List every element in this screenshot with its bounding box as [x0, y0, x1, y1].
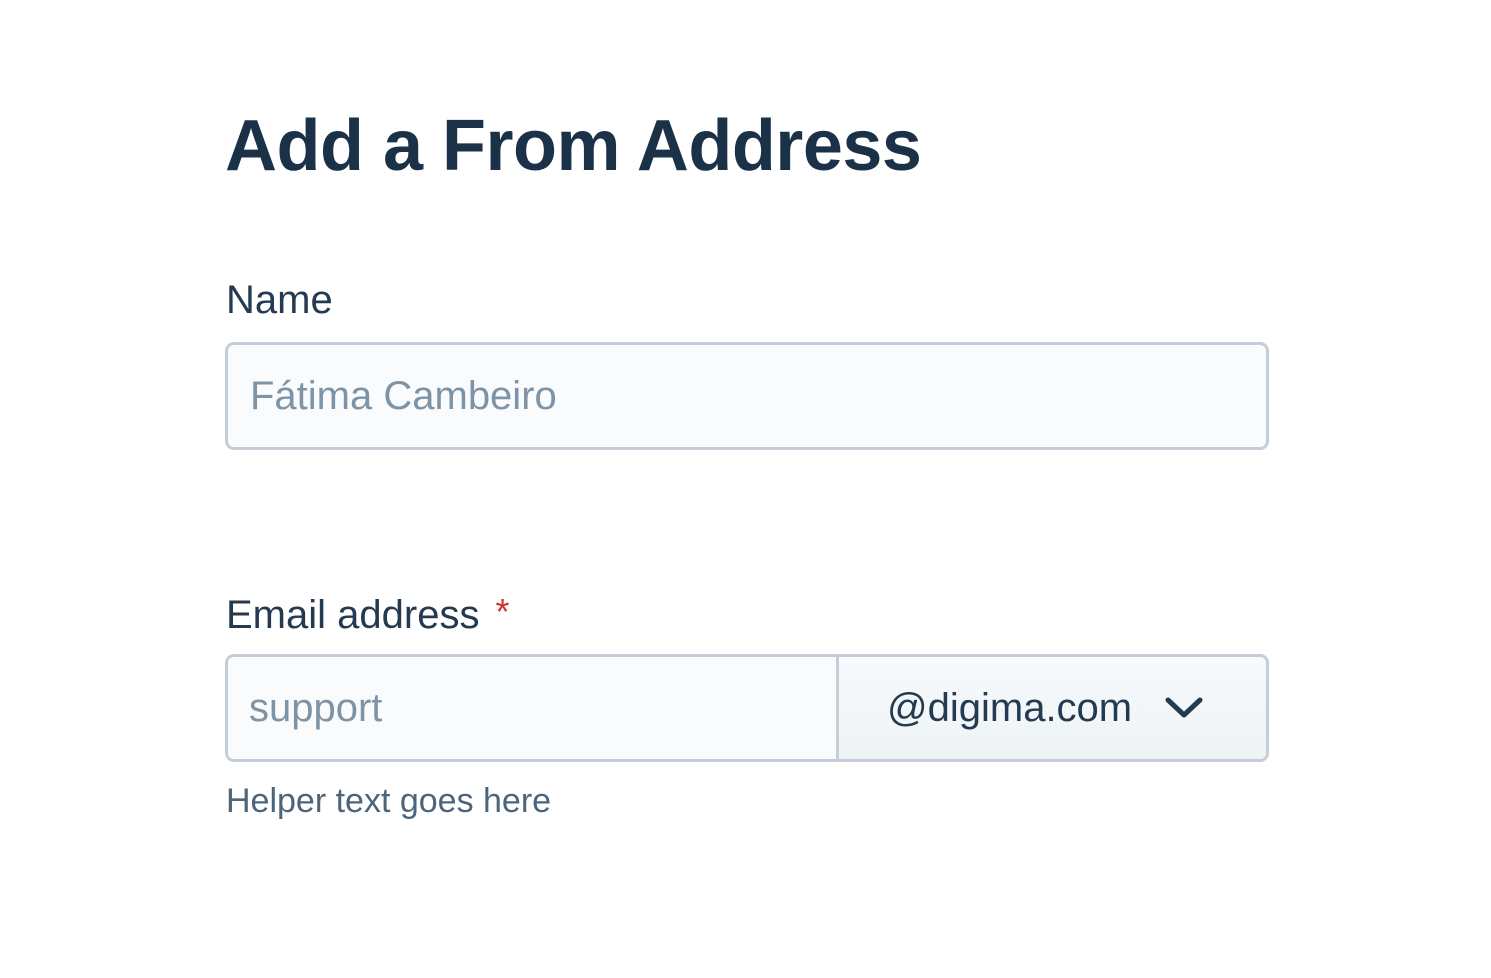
chevron-down-icon	[1164, 695, 1204, 721]
email-label-text: Email address	[226, 593, 480, 637]
add-from-address-page: Add a From Address Name Email address * @…	[0, 0, 1491, 978]
email-domain-value: @digima.com	[887, 685, 1133, 730]
name-label: Name	[226, 276, 333, 324]
email-label: Email address *	[226, 588, 509, 639]
email-local-input[interactable]	[228, 657, 839, 759]
email-helper-text: Helper text goes here	[226, 782, 552, 820]
name-input[interactable]	[225, 342, 1269, 450]
email-domain-select[interactable]: @digima.com	[839, 657, 1266, 759]
name-label-text: Name	[226, 278, 333, 322]
page-title: Add a From Address	[225, 106, 922, 186]
email-input-group: @digima.com	[225, 654, 1269, 762]
required-marker: *	[495, 591, 510, 632]
